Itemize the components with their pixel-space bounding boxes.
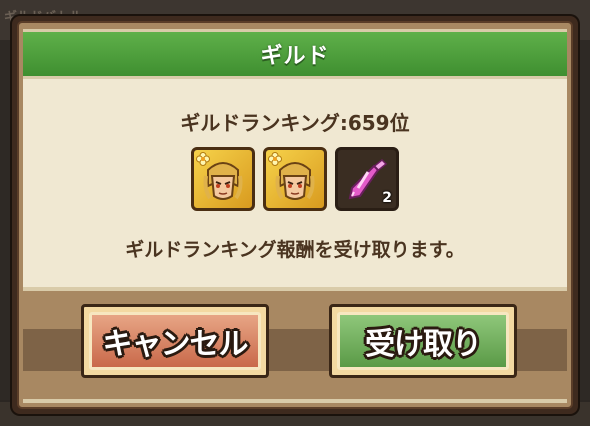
cancel-button-face[interactable]: キャンセル — [89, 312, 261, 370]
accept-button[interactable]: 受け取り — [329, 304, 517, 378]
accept-button-face[interactable]: 受け取り — [337, 312, 509, 370]
accept-button-label: 受け取り — [365, 327, 482, 362]
reward-message: ギルドランキング報酬を受け取ります。 — [125, 239, 465, 261]
reward-item-crystal[interactable]: 2 — [335, 147, 399, 211]
reward-item-character-1[interactable] — [191, 147, 255, 211]
dialog-footer: キャンセル 受け取り — [23, 287, 567, 405]
dialog-title-bar: ギルド — [23, 29, 567, 79]
dialog-content: ギルドランキング:659位 2 ギルドランキング報酬を受け取ります。 — [23, 79, 567, 287]
footer-divider-top — [23, 287, 567, 291]
reward-items: 2 — [23, 147, 567, 211]
background-right — [576, 40, 590, 400]
dialog-frame: ギルド ギルドランキング:659位 2 ギルドランキング報酬を受け取ります。 キ… — [17, 21, 573, 409]
cancel-button[interactable]: キャンセル — [81, 304, 269, 378]
footer-divider-bottom — [23, 399, 567, 403]
cancel-button-label: キャンセル — [102, 327, 249, 362]
golden-warrior-portrait-icon — [275, 162, 315, 200]
reward-dialog: ギルド ギルドランキング:659位 2 ギルドランキング報酬を受け取ります。 キ… — [12, 16, 578, 414]
guild-ranking-text: ギルドランキング:659位 — [180, 111, 410, 135]
golden-warrior-portrait-icon — [203, 162, 243, 200]
reward-count-badge: 2 — [382, 190, 392, 206]
dialog-title: ギルド — [260, 44, 330, 69]
reward-item-character-2[interactable] — [263, 147, 327, 211]
